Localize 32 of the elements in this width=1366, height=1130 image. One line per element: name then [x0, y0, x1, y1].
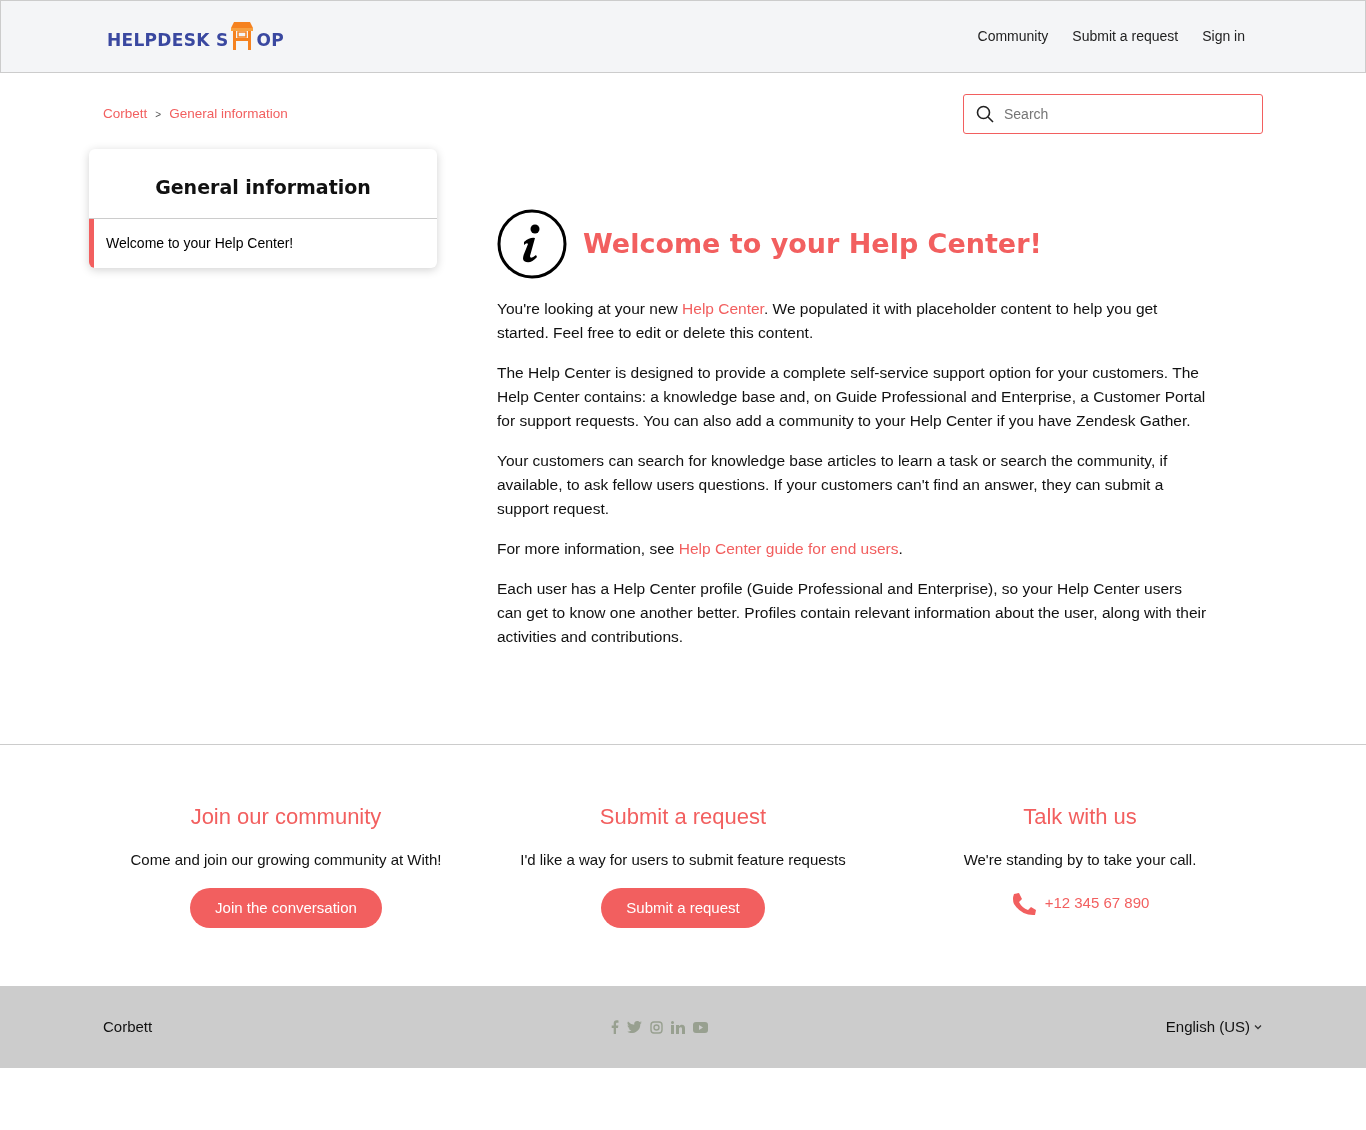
nav-link[interactable]: Submit a request	[1072, 26, 1179, 47]
facebook-icon[interactable]	[610, 1020, 619, 1034]
shop-icon[interactable]	[229, 19, 256, 52]
promo-text: Come and join our growing community at With!	[130, 850, 442, 870]
caret-icon	[1254, 1024, 1262, 1030]
search-field[interactable]: Search	[963, 94, 1263, 134]
nav-link[interactable]: Sign in	[1202, 26, 1245, 47]
article-paragraph: For more information, see Help Center guide for end users.	[497, 539, 904, 559]
breadcrumb-separator: >	[155, 107, 162, 122]
article-paragraph: Your customers can search for knowledge base articles to learn a task or search the community, if available, to ask fellow users questions. If your customers can't find an answer, they can submit a support request.	[497, 451, 1169, 519]
promo-title: Talk with us	[1023, 803, 1137, 831]
logo-text[interactable]: OP	[256, 28, 284, 54]
bird-icon[interactable]	[626, 1021, 642, 1033]
language-selector[interactable]: English (US)	[1165, 1015, 1262, 1039]
camera-icon[interactable]	[649, 1020, 663, 1034]
video-icon[interactable]	[692, 1021, 708, 1033]
sidebar-title: General information	[89, 149, 437, 219]
promo-text: We're standing by to take your call.	[963, 850, 1197, 870]
sidebar-item[interactable]: Welcome to your Help Center!	[89, 218, 437, 268]
article-paragraph: You're looking at your new Help Center. We populated it with placeholder content to help you get started. Feel free to edit or delete this content.	[497, 299, 1159, 343]
logo-text[interactable]: HELPDESK S	[107, 28, 229, 54]
promo-title: Submit a request	[599, 803, 767, 831]
footer-brand: Corbett	[103, 1016, 153, 1037]
promo-title: Join our community	[190, 803, 382, 831]
phone-icon	[1010, 891, 1037, 916]
linkedin-icon[interactable]	[670, 1020, 685, 1034]
info-icon	[497, 209, 567, 279]
article-paragraph: The Help Center is designed to provide a complete self-service support option for your customers. The Help Center contains: a knowledge base and, on Guide Professional and Enterprise, a Customer Portal for support requests. You can also add a community to your Help Center if you have Zendesk Gather.	[497, 363, 1207, 431]
article-paragraph: Each user has a Help Center profile (Guide Professional and Enterprise), so your Help Center users can get to know one another better. Profiles contain relevant information about the user, along with their activities and contributions.	[497, 579, 1207, 647]
nav-link[interactable]: Community	[977, 26, 1049, 47]
promo-text: I'd like a way for users to submit feature requests	[520, 850, 846, 870]
article-title: Welcome to your Help Center!	[583, 227, 1042, 261]
